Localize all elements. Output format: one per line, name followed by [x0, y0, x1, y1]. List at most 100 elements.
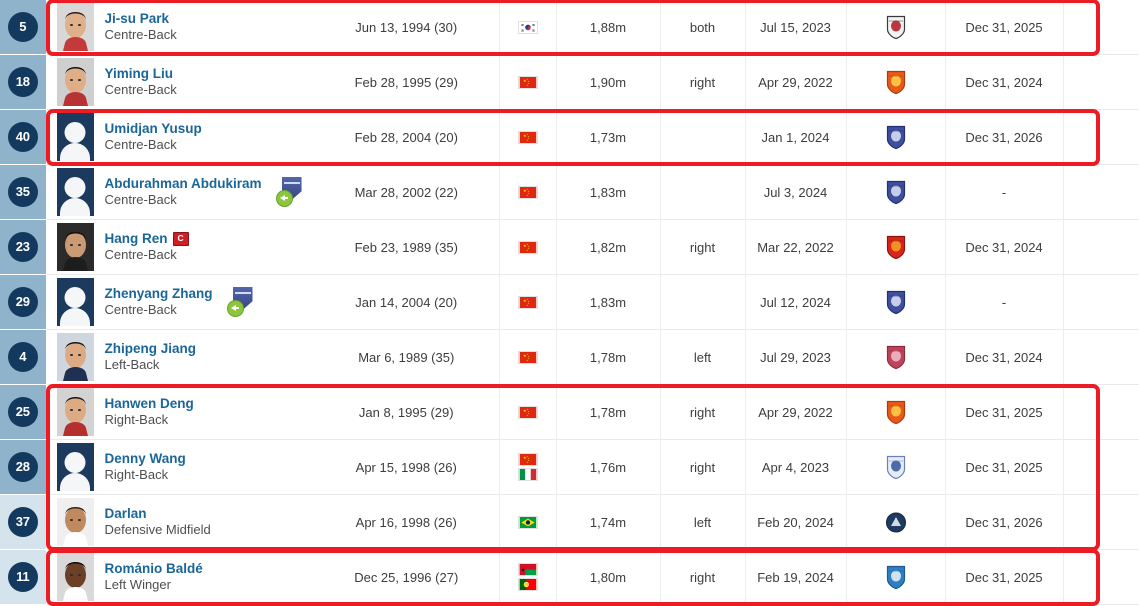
club-crest-icon [886, 235, 905, 259]
player-name-link[interactable]: Zhipeng Jiang [105, 340, 197, 357]
flag-icon: ★ [517, 563, 538, 576]
player-name-link[interactable]: Hang Ren C [105, 230, 189, 247]
jersey-number-badge: 35 [7, 177, 38, 207]
player-position: Right-Back [104, 467, 169, 483]
flag-icon [517, 578, 538, 591]
player-cell[interactable]: Románio Baldé Left Winger [46, 549, 314, 605]
jersey-number-badge: 5 [7, 12, 38, 42]
market-value-cell [1062, 494, 1139, 550]
contract-expiry-cell: Dec 31, 2025 [944, 439, 1063, 495]
signed-from-cell[interactable] [845, 54, 945, 110]
table-row[interactable]: 23 Hang Ren C Centre-Back Feb 23, 1989 (35) ★… [0, 219, 1139, 275]
table-row[interactable]: 40 Umidjan Yusup Centre-Back Feb 28, 2004 (… [0, 109, 1139, 165]
height-cell: 1,78m [555, 329, 660, 385]
joined-date-cell: Feb 20, 2024 [744, 494, 846, 550]
foot-cell: right [659, 549, 745, 605]
player-cell[interactable]: Abdurahman Abdukiram Centre-Back [46, 164, 314, 220]
player-name-link[interactable]: Románio Baldé [105, 560, 203, 577]
player-cell[interactable]: Zhipeng Jiang Left-Back [46, 329, 314, 385]
player-cell[interactable]: Yiming Liu Centre-Back [46, 54, 314, 110]
avatar-placeholder [56, 443, 94, 491]
player-name-text: Hang Ren [104, 231, 168, 247]
signed-from-cell[interactable] [845, 109, 945, 165]
joined-date-cell: Jan 1, 2024 [744, 109, 846, 165]
table-row[interactable]: 35 Abdurahman Abdukiram Centre-Back Mar 28,… [0, 164, 1139, 220]
market-value-cell [1062, 439, 1139, 495]
flag-icon: ★ ★★★★ [517, 453, 538, 466]
date-of-birth-cell: Dec 25, 1996 (27) [314, 549, 499, 605]
market-value-cell [1062, 274, 1139, 330]
table-row[interactable]: 25 Hanwen Deng Right-Back Jan 8, 1995 (29) ★… [0, 384, 1139, 440]
player-name-link[interactable]: Darlan [105, 505, 211, 522]
signed-from-cell[interactable] [845, 384, 945, 440]
club-crest-icon [886, 290, 905, 314]
player-cell[interactable]: Denny Wang Right-Back [46, 439, 314, 495]
date-of-birth-cell: Apr 16, 1998 (26) [314, 494, 499, 550]
player-position: Centre-Back [104, 82, 177, 98]
on-loan-icon[interactable] [275, 177, 302, 207]
joined-date-cell: Jul 3, 2024 [744, 164, 846, 220]
player-name-link[interactable]: Zhenyang Zhang [105, 285, 213, 302]
club-crest-icon [886, 180, 905, 204]
contract-expiry-cell: Dec 31, 2024 [944, 329, 1063, 385]
on-loan-icon[interactable] [226, 287, 253, 317]
joined-date-cell: Apr 29, 2022 [744, 384, 846, 440]
foot-cell: left [659, 494, 745, 550]
nationality-cell: ★ ★ ★ ★ ★ [498, 109, 556, 165]
date-of-birth-cell: Feb 28, 1995 (29) [314, 54, 499, 110]
jersey-number-badge: 4 [7, 342, 38, 372]
signed-from-cell[interactable] [845, 0, 945, 55]
nationality-cell: ★ ★ ★ ★ ★ [498, 384, 556, 440]
jersey-number-badge: 29 [7, 287, 38, 317]
avatar-photo [56, 223, 94, 271]
signed-from-cell[interactable] [845, 439, 945, 495]
captain-badge: C [172, 231, 189, 246]
signed-from-cell[interactable] [845, 494, 945, 550]
player-name-link[interactable]: Abdurahman Abdukiram [105, 175, 262, 192]
club-crest-icon [886, 565, 905, 589]
table-row[interactable]: 18 Yiming Liu Centre-Back Feb 28, 1995 (29)… [0, 54, 1139, 110]
table-row[interactable]: 5 Ji-su Park Centre-Back Jun 13, 1994 (30) 1… [0, 0, 1139, 55]
height-cell: 1,74m [555, 494, 660, 550]
flag-icon [517, 20, 538, 34]
market-value-cell [1062, 329, 1139, 385]
club-crest-icon [886, 455, 905, 479]
jersey-number-cell: 23 [0, 219, 47, 275]
player-cell[interactable]: Zhenyang Zhang Centre-Back [46, 274, 314, 330]
player-name-link[interactable]: Ji-su Park [105, 10, 177, 27]
signed-from-cell[interactable] [845, 549, 945, 605]
table-row[interactable]: 37 Darlan Defensive Midfield Apr 16, 1998 (… [0, 494, 1139, 550]
player-cell[interactable]: Hanwen Deng Right-Back [46, 384, 314, 440]
player-name-link[interactable]: Umidjan Yusup [105, 120, 202, 137]
market-value-cell [1062, 384, 1139, 440]
table-row[interactable]: 29 Zhenyang Zhang Centre-Back Jan 14, 2004 … [0, 274, 1139, 330]
club-crest-icon [886, 400, 905, 424]
player-cell[interactable]: Ji-su Park Centre-Back [46, 0, 314, 55]
flag-icon: ★ ★★★★ [517, 350, 538, 364]
joined-date-cell: Apr 4, 2023 [744, 439, 846, 495]
player-name-link[interactable]: Yiming Liu [105, 65, 177, 82]
jersey-number-badge: 37 [7, 507, 38, 537]
table-row[interactable]: 11 Románio Baldé Left Winger Dec 25, 1996 (… [0, 549, 1139, 605]
player-cell[interactable]: Umidjan Yusup Centre-Back [46, 109, 314, 165]
date-of-birth-cell: Mar 28, 2002 (22) [314, 164, 499, 220]
date-of-birth-cell: Jan 14, 2004 (20) [314, 274, 499, 330]
player-name-text: Románio Baldé [104, 561, 203, 577]
market-value-cell [1062, 109, 1139, 165]
table-row[interactable]: 28 Denny Wang Right-Back Apr 15, 1998 (26) ★… [0, 439, 1139, 495]
market-value-cell [1062, 549, 1139, 605]
signed-from-cell[interactable] [845, 164, 945, 220]
avatar-placeholder [56, 113, 94, 161]
flag-icon: ★ ★★★★ [517, 240, 538, 254]
jersey-number-badge: 18 [7, 67, 38, 97]
height-cell: 1,80m [555, 549, 660, 605]
signed-from-cell[interactable] [845, 274, 945, 330]
table-row[interactable]: 4 Zhipeng Jiang Left-Back Mar 6, 1989 (35) ★… [0, 329, 1139, 385]
signed-from-cell[interactable] [845, 329, 945, 385]
signed-from-cell[interactable] [845, 219, 945, 275]
player-cell[interactable]: Darlan Defensive Midfield [46, 494, 314, 550]
player-position: Centre-Back [104, 247, 177, 263]
player-cell[interactable]: Hang Ren C Centre-Back [46, 219, 314, 275]
player-name-link[interactable]: Denny Wang [105, 450, 186, 467]
player-name-link[interactable]: Hanwen Deng [105, 395, 194, 412]
